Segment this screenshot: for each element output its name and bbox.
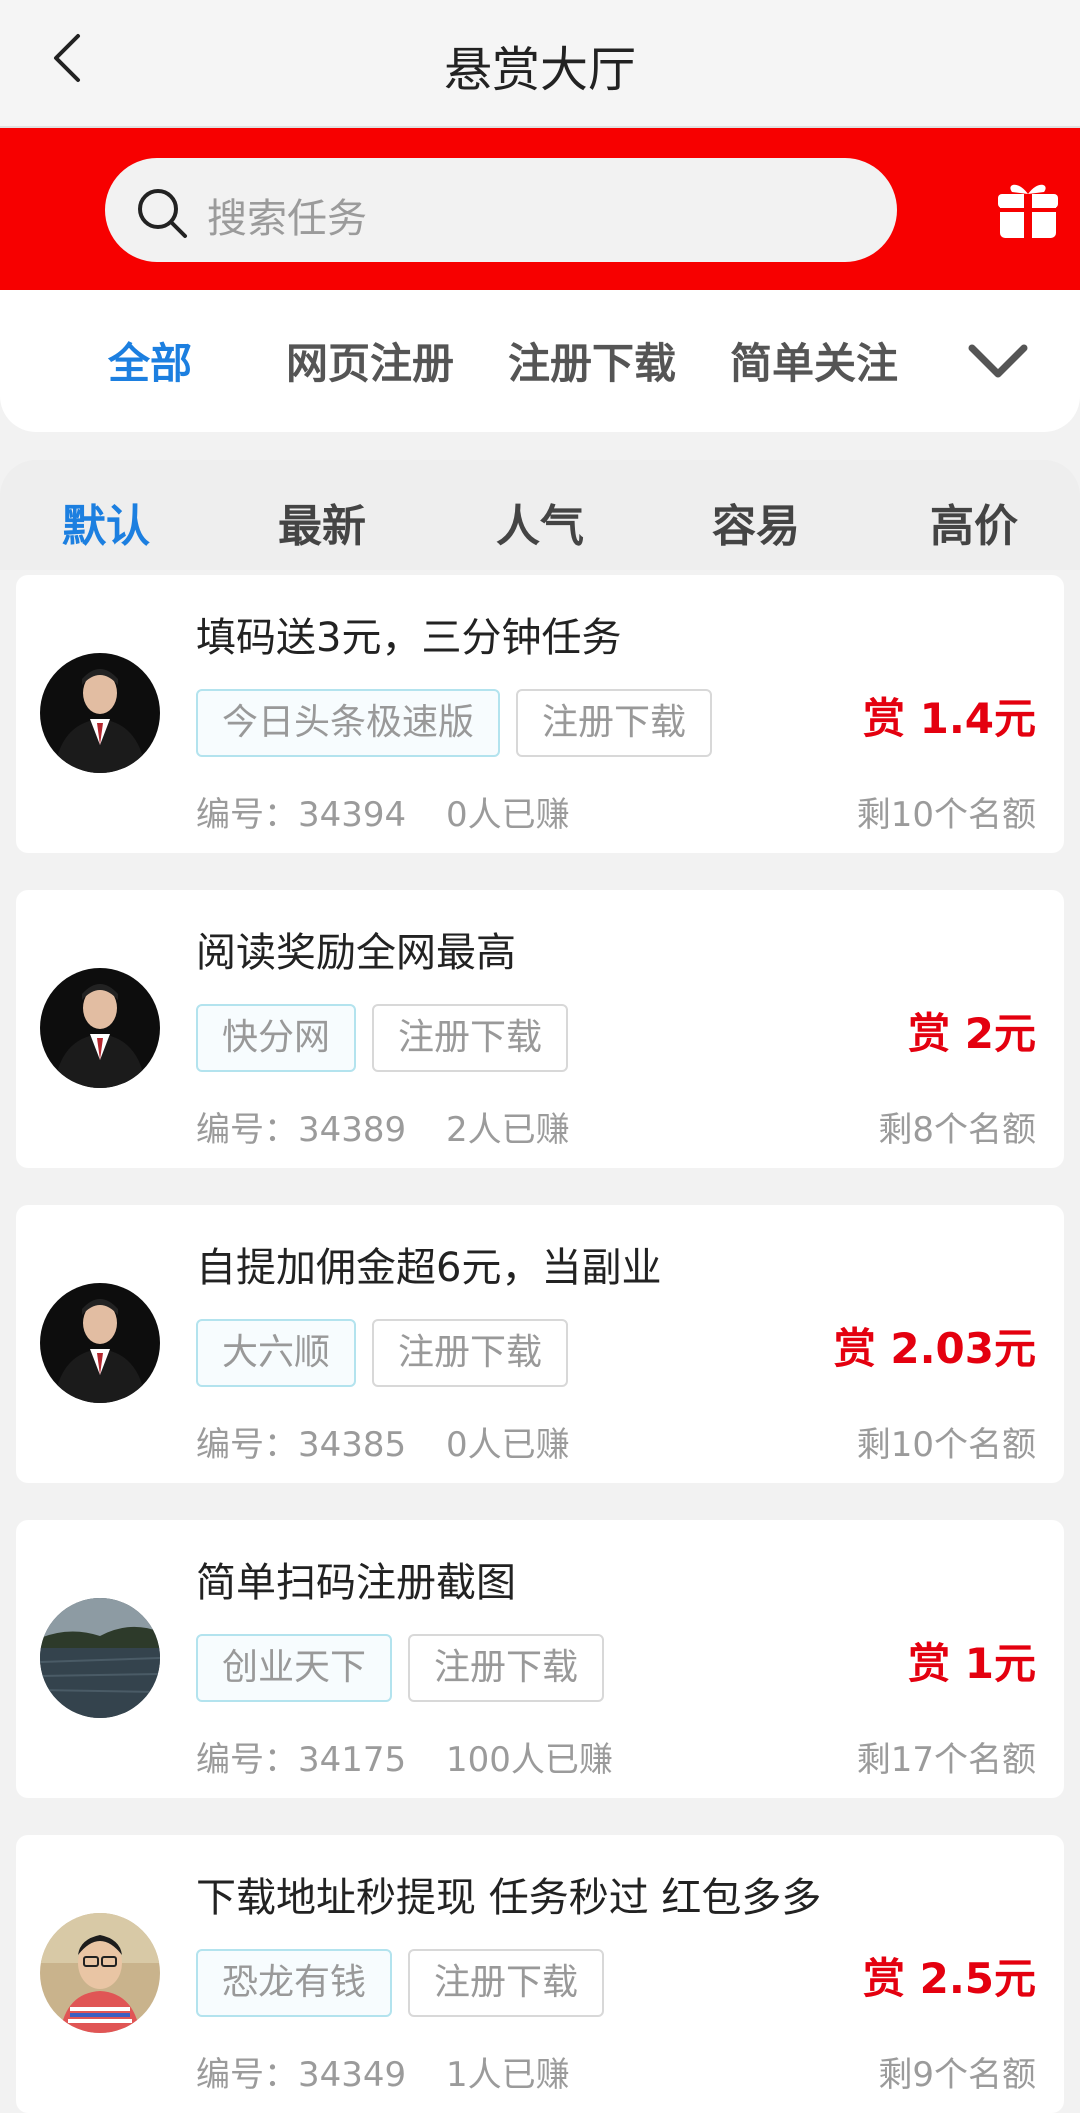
man-in-suit-avatar xyxy=(40,653,160,773)
task-title: 填码送3元，三分钟任务 xyxy=(196,615,622,661)
app-tag: 大六顺 xyxy=(196,1319,357,1387)
task-type-tag: 注册下载 xyxy=(408,1634,605,1702)
task-card[interactable]: 简单扫码注册截图 创业天下 注册下载 赏 1元 编号：34175 100人已赚 … xyxy=(16,1520,1064,1798)
sort-tab-newest[interactable]: 最新 xyxy=(278,490,366,554)
task-type-tag: 注册下载 xyxy=(372,1004,569,1072)
search-icon xyxy=(138,189,187,238)
task-card[interactable]: 下载地址秒提现 任务秒过 红包多多 恐龙有钱 注册下载 赏 2.5元 编号：34… xyxy=(16,1835,1064,2113)
chevron-down-icon[interactable] xyxy=(966,330,1030,394)
avatar xyxy=(40,968,160,1088)
avatar xyxy=(40,1598,160,1718)
category-tab-simple-follow[interactable]: 简单关注 xyxy=(730,330,898,391)
task-title: 自提加佣金超6元，当副业 xyxy=(196,1245,662,1291)
reward-amount: 赏 2.5元 xyxy=(862,1954,1036,2003)
app-tag: 恐龙有钱 xyxy=(196,1949,393,2017)
sort-tab-high-price[interactable]: 高价 xyxy=(930,490,1018,554)
search-input[interactable]: 搜索任务 xyxy=(105,158,897,262)
man-in-suit-avatar xyxy=(40,1283,160,1403)
task-id: 编号：34175 xyxy=(196,1740,407,1780)
remaining-slots: 剩9个名额 xyxy=(878,2055,1036,2095)
task-id: 编号：34385 xyxy=(196,1425,407,1465)
boy-photo-avatar xyxy=(40,1913,160,2033)
sort-tab-default[interactable]: 默认 xyxy=(62,490,150,554)
sort-tabs: 默认 最新 人气 容易 高价 xyxy=(0,460,1080,570)
earned-count: 2人已赚 xyxy=(446,1110,570,1150)
page-title: 悬赏大厅 xyxy=(443,42,636,98)
sort-tab-popular[interactable]: 人气 xyxy=(496,490,584,554)
app-header: 悬赏大厅 xyxy=(0,0,1080,128)
task-title: 下载地址秒提现 任务秒过 红包多多 xyxy=(196,1875,822,1921)
earned-count: 0人已赚 xyxy=(446,795,570,835)
lake-landscape-avatar xyxy=(40,1598,160,1718)
category-tabs: 全部 网页注册 注册下载 简单关注 xyxy=(0,290,1080,432)
reward-amount: 赏 1.4元 xyxy=(862,694,1036,743)
app-tag: 今日头条极速版 xyxy=(196,689,501,757)
earned-count: 1人已赚 xyxy=(446,2055,570,2095)
reward-amount: 赏 2.03元 xyxy=(833,1324,1036,1373)
task-id: 编号：34394 xyxy=(196,795,407,835)
task-type-tag: 注册下载 xyxy=(372,1319,569,1387)
gift-icon[interactable] xyxy=(996,178,1060,242)
remaining-slots: 剩10个名额 xyxy=(856,795,1036,835)
category-tab-all[interactable]: 全部 xyxy=(108,330,192,391)
search-placeholder: 搜索任务 xyxy=(207,196,367,242)
task-title: 简单扫码注册截图 xyxy=(196,1560,516,1606)
reward-amount: 赏 1元 xyxy=(908,1639,1036,1688)
task-title: 阅读奖励全网最高 xyxy=(196,930,516,976)
task-card[interactable]: 阅读奖励全网最高 快分网 注册下载 赏 2元 编号：34389 2人已赚 剩8个… xyxy=(16,890,1064,1168)
category-tab-register-download[interactable]: 注册下载 xyxy=(508,330,676,391)
avatar xyxy=(40,653,160,773)
task-card[interactable]: 自提加佣金超6元，当副业 大六顺 注册下载 赏 2.03元 编号：34385 0… xyxy=(16,1205,1064,1483)
search-band: 搜索任务 xyxy=(0,128,1080,290)
avatar xyxy=(40,1913,160,2033)
task-type-tag: 注册下载 xyxy=(516,689,713,757)
category-tab-web-register[interactable]: 网页注册 xyxy=(286,330,454,391)
man-in-suit-avatar xyxy=(40,968,160,1088)
task-id: 编号：34349 xyxy=(196,2055,407,2095)
remaining-slots: 剩17个名额 xyxy=(856,1740,1036,1780)
remaining-slots: 剩10个名额 xyxy=(856,1425,1036,1465)
earned-count: 100人已赚 xyxy=(446,1740,613,1780)
app-tag: 快分网 xyxy=(196,1004,357,1072)
task-type-tag: 注册下载 xyxy=(408,1949,605,2017)
avatar xyxy=(40,1283,160,1403)
task-card[interactable]: 填码送3元，三分钟任务 今日头条极速版 注册下载 赏 1.4元 编号：34394… xyxy=(16,575,1064,853)
earned-count: 0人已赚 xyxy=(446,1425,570,1465)
reward-amount: 赏 2元 xyxy=(908,1009,1036,1058)
app-tag: 创业天下 xyxy=(196,1634,393,1702)
remaining-slots: 剩8个名额 xyxy=(878,1110,1036,1150)
sort-tab-easy[interactable]: 容易 xyxy=(712,490,800,554)
task-id: 编号：34389 xyxy=(196,1110,407,1150)
